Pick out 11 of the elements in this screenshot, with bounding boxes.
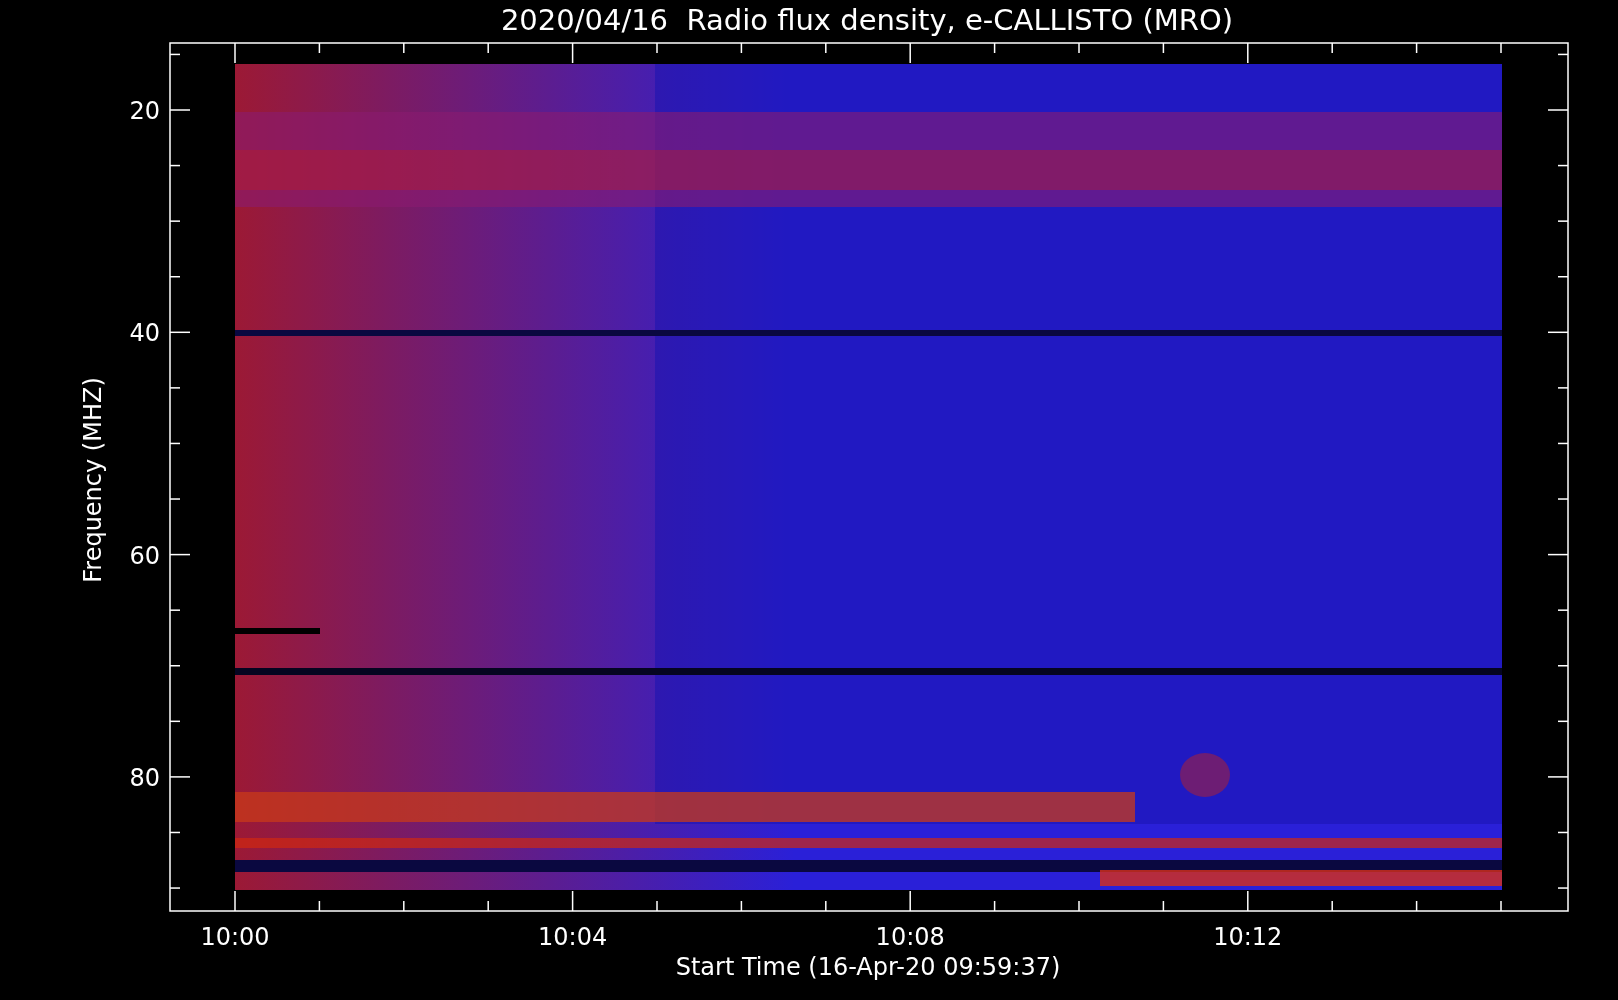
tick-label: 10:12	[1213, 923, 1283, 951]
tick-label: 80	[129, 763, 160, 792]
axis-label: Frequency (MHZ)	[79, 377, 107, 583]
tick-label: 60	[129, 541, 160, 570]
tick-label: 10:08	[875, 923, 945, 951]
tick-label: 10:04	[538, 923, 608, 951]
axis-label: Start Time (16-Apr-20 09:59:37)	[675, 953, 1061, 981]
tick-label: 40	[129, 319, 160, 348]
tick-label: 10:00	[200, 923, 270, 951]
tick-label: 20	[129, 97, 160, 125]
chart-title: 2020/04/16 Radio flux density, e-CALLISTO (MRO)	[500, 3, 1234, 37]
